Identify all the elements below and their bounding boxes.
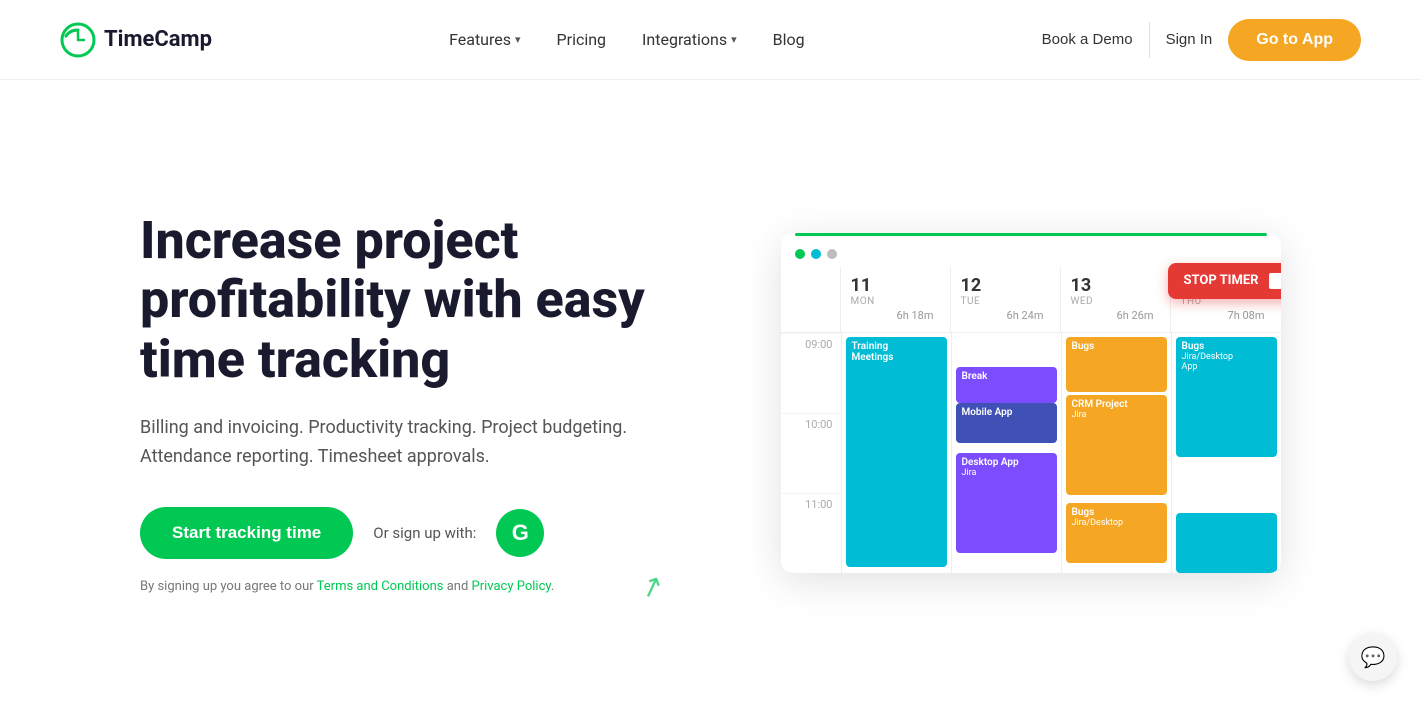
integrations-chevron-icon: ▾ (731, 33, 737, 46)
cal-block-training: Training Meetings (846, 337, 947, 567)
features-chevron-icon: ▾ (515, 33, 521, 46)
arrow-decoration: ↗ (635, 566, 668, 605)
logo-text: TimeCamp (104, 27, 212, 52)
dot-teal (811, 249, 821, 259)
chat-icon: 💬 (1361, 645, 1386, 670)
stop-icon (1269, 273, 1281, 289)
cal-header-wed: 13 WED 6h 26m (1061, 267, 1171, 332)
logo[interactable]: TimeCamp (60, 22, 212, 58)
cal-header-mon: 11 MON 6h 18m (841, 267, 951, 332)
cal-block-break-tue: Break (956, 367, 1057, 403)
terms-link[interactable]: Terms and Conditions (317, 579, 444, 594)
stop-timer-badge[interactable]: STOP TIMER (1168, 263, 1281, 299)
cal-day-tue: Break Mobile App Desktop App Jira (951, 333, 1061, 573)
cal-time-0900: 09:00 (781, 333, 841, 413)
cal-header-empty (781, 267, 841, 332)
logo-icon (60, 22, 96, 58)
nav-blog[interactable]: Blog (773, 30, 805, 49)
cal-day-thu: Bugs Jira/Desktop App (1171, 333, 1281, 573)
terms-text: By signing up you agree to our Terms and… (140, 579, 660, 594)
calendar-widget: STOP TIMER 11 MON 6h 18m 12 TUE 6h 24m 1… (781, 233, 1281, 573)
cal-time-col: 09:00 10:00 11:00 (781, 333, 841, 573)
nav-pricing[interactable]: Pricing (557, 30, 607, 49)
cal-block-bugs-wed: Bugs (1066, 337, 1167, 392)
cal-block-desktop: Desktop App Jira (956, 453, 1057, 553)
nav-links: Features ▾ Pricing Integrations ▾ Blog (449, 30, 805, 49)
hero-left: Increase project profitability with easy… (140, 211, 660, 595)
cal-block-thu-bottom (1176, 513, 1277, 573)
cal-time-1000: 10:00 (781, 413, 841, 493)
cal-block-crm: CRM Project Jira (1066, 395, 1167, 495)
cal-header-tue: 12 TUE 6h 24m (951, 267, 1061, 332)
hero-right: ↗ STOP TIMER 11 MON (700, 233, 1361, 573)
cal-day-mon: Training Meetings (841, 333, 951, 573)
cal-block-mobile: Mobile App (956, 403, 1057, 443)
go-to-app-button[interactable]: Go to App (1228, 19, 1361, 61)
sign-in-button[interactable]: Sign In (1166, 31, 1213, 48)
hero-section: Increase project profitability with easy… (0, 80, 1421, 705)
privacy-link[interactable]: Privacy Policy (472, 579, 551, 594)
hero-subtitle: Billing and invoicing. Productivity trac… (140, 414, 660, 472)
hero-title: Increase project profitability with easy… (140, 211, 660, 390)
cal-day-wed: Bugs CRM Project Jira Bugs Jira/Desktop (1061, 333, 1171, 573)
dot-gray (827, 249, 837, 259)
top-accent (795, 233, 1267, 236)
nav-actions: Book a Demo Sign In Go to App (1042, 19, 1361, 61)
google-signup-button[interactable]: G (496, 509, 544, 557)
start-tracking-button[interactable]: Start tracking time (140, 507, 353, 559)
dot-green (795, 249, 805, 259)
nav-integrations[interactable]: Integrations ▾ (642, 30, 737, 49)
hero-cta: Start tracking time Or sign up with: G (140, 507, 660, 559)
chat-button[interactable]: 💬 (1349, 633, 1397, 681)
book-demo-button[interactable]: Book a Demo (1042, 31, 1133, 48)
navbar: TimeCamp Features ▾ Pricing Integrations… (0, 0, 1421, 80)
cal-body: 09:00 10:00 11:00 Training Meetings Brea… (781, 333, 1281, 573)
nav-features[interactable]: Features ▾ (449, 30, 520, 49)
cal-time-1100: 11:00 (781, 493, 841, 573)
or-signup-text: Or sign up with: (373, 524, 476, 542)
cal-block-bugs-wed2: Bugs Jira/Desktop (1066, 503, 1167, 563)
nav-divider (1149, 22, 1150, 58)
stop-timer-label: STOP TIMER (1184, 273, 1259, 288)
cal-block-bugs-thu: Bugs Jira/Desktop App (1176, 337, 1277, 457)
